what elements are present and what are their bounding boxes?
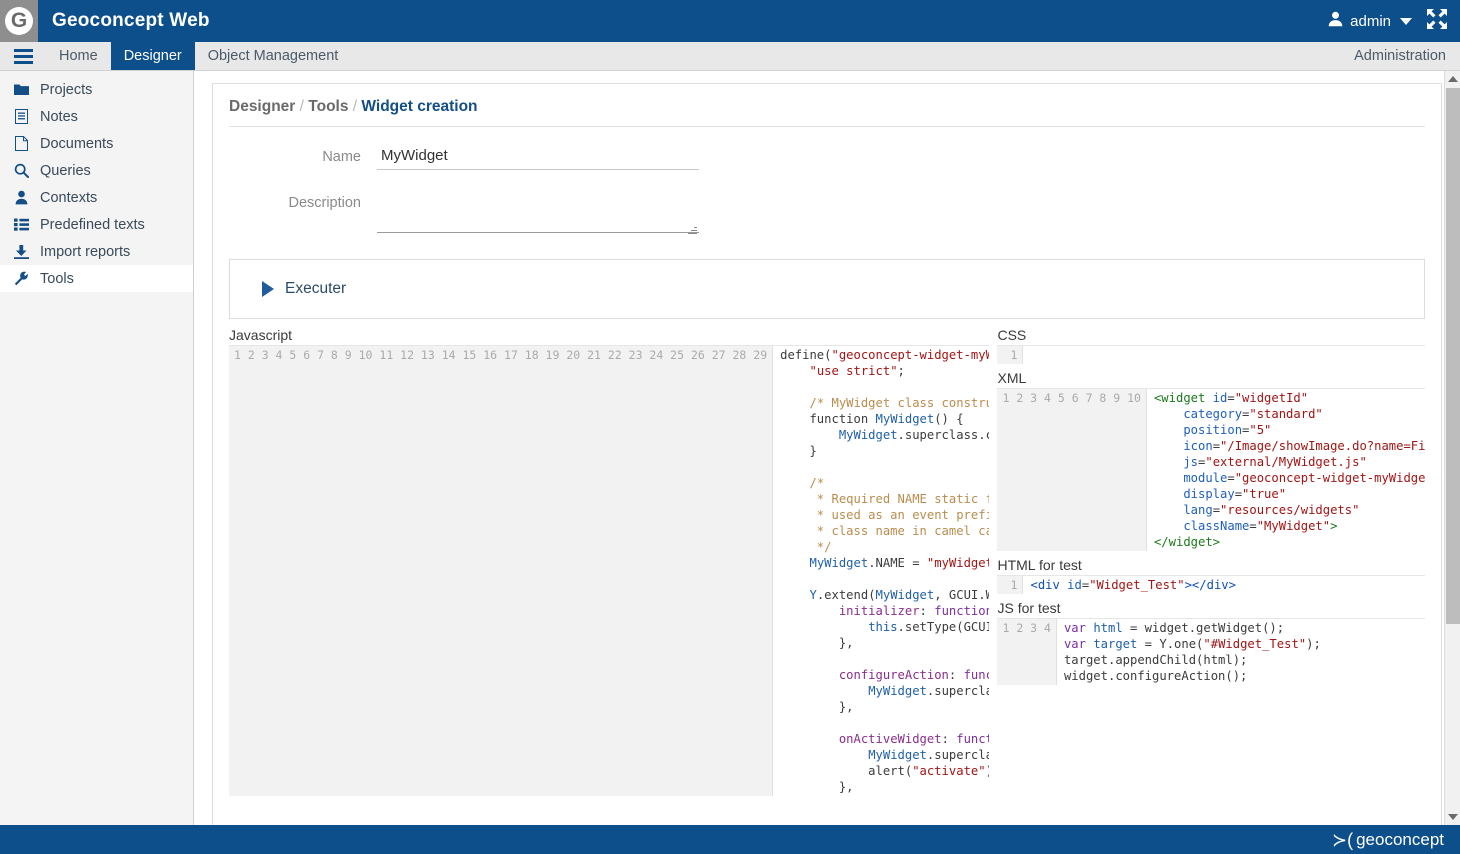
play-triangle-icon xyxy=(262,281,274,297)
user-icon xyxy=(1328,11,1343,31)
executer-button[interactable]: Executer xyxy=(262,280,346,298)
form-row-name: Name xyxy=(229,145,1425,170)
sidebar-item-tools[interactable]: Tools xyxy=(0,265,193,292)
sidebar-item-label: Projects xyxy=(40,81,93,98)
sidebar-item-label: Notes xyxy=(40,108,78,125)
css-line-numbers: 1 xyxy=(997,346,1024,364)
download-icon xyxy=(13,244,29,259)
js-for-test-code[interactable]: var html = widget.getWidget(); var targe… xyxy=(1057,619,1425,685)
caret-down-icon[interactable] xyxy=(1400,17,1412,25)
breadcrumb-separator: / xyxy=(299,98,304,115)
sidebar-item-documents[interactable]: Documents xyxy=(0,130,193,157)
wrench-icon xyxy=(13,271,29,286)
main-content: Designer / Tools / Widget creation Name … xyxy=(195,71,1444,825)
widget-form: Name Description xyxy=(213,127,1441,238)
xml-code[interactable]: <widget id="widgetId" category="standard… xyxy=(1147,389,1425,551)
css-editor[interactable]: 1 xyxy=(997,345,1425,364)
breadcrumb-current: Widget creation xyxy=(361,98,478,115)
sidebar-item-predefined-texts[interactable]: Predefined texts xyxy=(0,211,193,238)
name-label: Name xyxy=(322,149,361,165)
footer-brand: ≻( geoconcept xyxy=(1332,830,1444,850)
html-for-test-editor[interactable]: 1 <div id="Widget_Test"></div> xyxy=(997,575,1425,594)
user-name: admin xyxy=(1350,12,1391,30)
nav-bar: Home Designer Object Management Administ… xyxy=(0,42,1460,71)
xml-line-numbers: 1 2 3 4 5 6 7 8 9 10 xyxy=(997,389,1147,551)
footer-brand-name: geoconcept xyxy=(1356,829,1444,849)
footer: ≻( geoconcept xyxy=(0,825,1460,854)
hamburger-icon[interactable] xyxy=(0,42,46,70)
html-for-test-line-numbers: 1 xyxy=(997,576,1024,594)
editor-column-right: CSS 1 XML 1 2 3 4 5 6 7 8 9 10 <widget i… xyxy=(989,327,1425,796)
sidebar-item-queries[interactable]: Queries xyxy=(0,157,193,184)
xml-editor-label: XML xyxy=(997,370,1027,386)
tab-object-management[interactable]: Object Management xyxy=(195,42,352,70)
javascript-line-numbers: 1 2 3 4 5 6 7 8 9 10 11 12 13 14 15 16 1… xyxy=(229,346,774,796)
scroll-up-arrow-icon[interactable] xyxy=(1445,71,1460,87)
css-code[interactable] xyxy=(1023,346,1425,364)
scrollbar-thumb[interactable] xyxy=(1446,88,1460,624)
content-card: Designer / Tools / Widget creation Name … xyxy=(212,83,1442,825)
editor-columns: Javascript 1 2 3 4 5 6 7 8 9 10 11 12 13… xyxy=(229,327,1425,796)
administration-link[interactable]: Administration xyxy=(1354,48,1446,64)
tab-home[interactable]: Home xyxy=(46,42,111,70)
javascript-code[interactable]: define("geoconcept-widget-myWidget", ["p… xyxy=(773,346,989,796)
breadcrumb: Designer / Tools / Widget creation xyxy=(229,84,1425,127)
sidebar-item-label: Documents xyxy=(40,135,114,152)
description-wrap xyxy=(377,191,699,238)
javascript-editor[interactable]: 1 2 3 4 5 6 7 8 9 10 11 12 13 14 15 16 1… xyxy=(229,345,990,796)
sidebar-item-notes[interactable]: Notes xyxy=(0,103,193,130)
executer-panel: Executer xyxy=(229,259,1425,319)
folder-icon xyxy=(13,83,29,96)
sidebar-item-import-reports[interactable]: Import reports xyxy=(0,238,193,265)
top-bar: G Geoconcept Web admin xyxy=(0,0,1460,42)
editor-column-left: Javascript 1 2 3 4 5 6 7 8 9 10 11 12 13… xyxy=(229,327,990,796)
js-for-test-label: JS for test xyxy=(997,600,1061,616)
app-logo: G xyxy=(0,0,38,42)
xml-editor[interactable]: 1 2 3 4 5 6 7 8 9 10 <widget id="widgetI… xyxy=(997,388,1425,551)
nav-bar-right: Administration xyxy=(1354,42,1460,70)
js-for-test-line-numbers: 1 2 3 4 xyxy=(997,619,1057,685)
name-input[interactable] xyxy=(377,145,699,170)
top-bar-right: admin xyxy=(1328,8,1460,35)
document-icon xyxy=(13,136,29,151)
tab-designer[interactable]: Designer xyxy=(110,42,195,70)
js-for-test-editor[interactable]: 1 2 3 4 var html = widget.getWidget(); v… xyxy=(997,618,1425,685)
sidebar: Projects Notes Documents Queries Context… xyxy=(0,71,194,825)
sidebar-item-label: Tools xyxy=(40,270,74,287)
javascript-editor-label: Javascript xyxy=(229,327,293,343)
sidebar-item-label: Import reports xyxy=(40,243,131,260)
html-for-test-label: HTML for test xyxy=(997,557,1082,573)
note-icon xyxy=(13,109,29,124)
breadcrumb-root[interactable]: Designer xyxy=(229,98,295,115)
sidebar-item-label: Predefined texts xyxy=(40,216,145,233)
list-icon xyxy=(13,218,29,231)
vertical-scrollbar[interactable] xyxy=(1444,71,1460,825)
geoconcept-mark-icon: ≻( xyxy=(1332,829,1354,850)
sidebar-item-projects[interactable]: Projects xyxy=(0,76,193,103)
sidebar-item-contexts[interactable]: Contexts xyxy=(0,184,193,211)
form-row-description: Description xyxy=(229,191,1425,238)
app-title: Geoconcept Web xyxy=(52,10,210,31)
sidebar-item-label: Contexts xyxy=(40,189,98,206)
logo-letter-icon: G xyxy=(5,7,33,35)
breadcrumb-middle[interactable]: Tools xyxy=(308,98,348,115)
description-textarea[interactable] xyxy=(377,191,699,233)
html-for-test-code[interactable]: <div id="Widget_Test"></div> xyxy=(1023,576,1425,594)
sidebar-item-label: Queries xyxy=(40,162,91,179)
description-label: Description xyxy=(288,195,361,211)
search-icon xyxy=(13,163,29,178)
user-menu[interactable]: admin xyxy=(1328,11,1412,31)
scroll-down-arrow-icon[interactable] xyxy=(1445,809,1460,825)
person-icon xyxy=(13,190,29,205)
css-editor-label: CSS xyxy=(997,327,1027,343)
breadcrumb-separator: / xyxy=(352,98,358,115)
fullscreen-icon[interactable] xyxy=(1426,8,1448,35)
executer-label: Executer xyxy=(285,280,347,297)
